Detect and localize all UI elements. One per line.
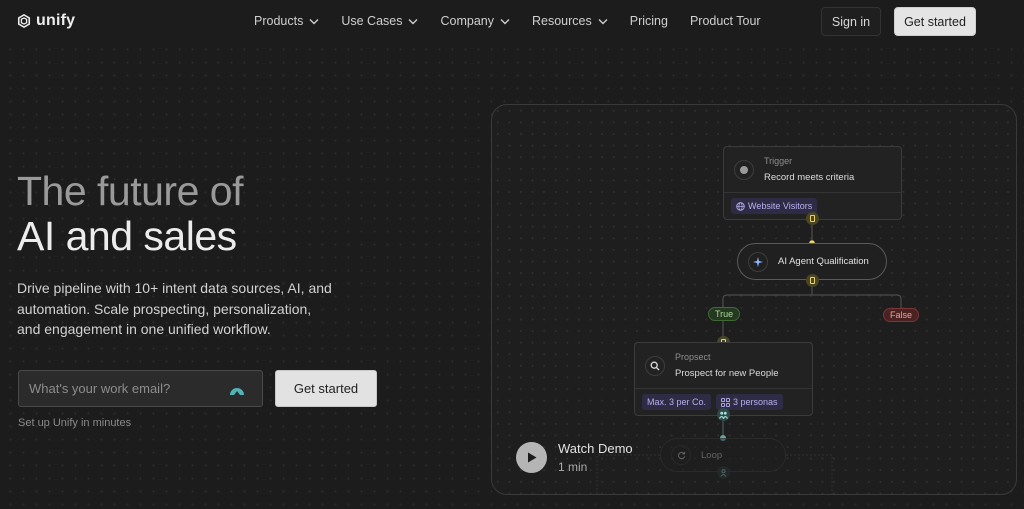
chevron-down-icon <box>408 18 418 24</box>
loop-output-connector <box>717 466 730 479</box>
trigger-output-connector <box>806 212 819 225</box>
logo[interactable]: unify <box>17 12 75 30</box>
sign-in-button[interactable]: Sign in <box>821 7 881 36</box>
node-kind: Propsect <box>675 352 711 362</box>
menu-label: Company <box>440 14 494 28</box>
people-icon <box>719 411 728 419</box>
grid-icon <box>721 397 731 407</box>
trigger-node-header: Trigger Record meets criteria <box>724 147 901 193</box>
tag-label: Website Visitors <box>748 201 813 211</box>
prospect-icon-wrapper <box>645 355 665 376</box>
email-input[interactable] <box>29 381 219 396</box>
tag-label: 3 personas <box>733 397 778 407</box>
unify-logo-icon <box>17 14 31 28</box>
menu-label: Use Cases <box>341 14 403 28</box>
trigger-icon-wrapper <box>734 159 754 180</box>
menu-item-resources[interactable]: Resources <box>532 14 608 28</box>
email-field[interactable] <box>18 370 263 407</box>
wire-loop-right <box>786 454 833 494</box>
menu-item-products[interactable]: Products <box>254 14 319 28</box>
agent-output-connector <box>806 274 819 287</box>
chevron-down-icon <box>500 18 510 24</box>
hero-get-started-button[interactable]: Get started <box>275 370 377 407</box>
node-kind: Trigger <box>764 156 793 166</box>
logo-text: unify <box>36 12 76 29</box>
tag-label: Max. 3 per Co. <box>647 397 707 407</box>
menu-label: Product Tour <box>689 14 761 28</box>
subheadline: Drive pipeline with 10+ intent data sour… <box>17 280 332 337</box>
max-per-company-tag: Max. 3 per Co. <box>642 394 712 410</box>
prospect-node-header: Propsect Prospect for new People <box>635 343 812 389</box>
top-nav: unify Products Use Cases Company Resourc… <box>0 0 1024 44</box>
menu-label: Pricing <box>629 14 668 28</box>
loop-icon-wrapper <box>671 445 691 465</box>
menu-item-product-tour[interactable]: Product Tour <box>690 14 761 28</box>
chevron-down-icon <box>598 18 608 24</box>
node-title: Prospect for new People <box>675 368 779 379</box>
node-title: Record meets criteria <box>764 172 855 183</box>
chevron-down-icon <box>309 18 319 24</box>
setup-note: Set up Unify in minutes <box>18 417 132 429</box>
watch-demo-label[interactable]: Watch Demo <box>558 441 633 456</box>
website-visitors-tag: Website Visitors <box>731 198 818 214</box>
prospect-node[interactable]: Propsect Prospect for new People Max. 3 … <box>634 342 813 416</box>
menu-item-pricing[interactable]: Pricing <box>630 14 668 28</box>
autofill-icon <box>230 388 244 395</box>
workflow-demo-panel[interactable]: Trigger Record meets criteria Website Vi… <box>491 104 1017 495</box>
main-menu: Products Use Cases Company Resources Pri… <box>254 14 783 28</box>
wire-false-branch <box>812 294 902 308</box>
record-icon <box>740 165 748 174</box>
search-icon <box>650 361 660 370</box>
menu-item-use-cases[interactable]: Use Cases <box>341 14 418 28</box>
wire-true-branch <box>722 294 812 308</box>
headline-line-2: AI and sales <box>17 213 237 259</box>
agent-title: AI Agent Qualification <box>778 256 869 267</box>
true-branch-badge: True <box>708 307 741 321</box>
play-icon <box>527 452 536 463</box>
globe-icon <box>736 201 745 211</box>
play-demo-button[interactable] <box>516 442 547 473</box>
prospect-output-connector <box>717 408 730 421</box>
nav-get-started-button[interactable]: Get started <box>894 7 976 36</box>
demo-duration: 1 min <box>558 460 588 474</box>
menu-item-company[interactable]: Company <box>440 14 510 28</box>
trigger-node[interactable]: Trigger Record meets criteria Website Vi… <box>723 146 902 220</box>
loop-icon <box>677 451 685 459</box>
person-icon <box>720 468 727 477</box>
menu-label: Products <box>254 14 304 28</box>
agent-icon-wrapper <box>748 251 768 272</box>
false-branch-badge: False <box>883 308 920 322</box>
loop-title: Loop <box>701 449 723 461</box>
menu-label: Resources <box>531 14 592 28</box>
wire-loop-left <box>596 454 660 494</box>
headline-line-1: The future of <box>17 168 243 214</box>
sparkle-icon <box>753 256 763 267</box>
